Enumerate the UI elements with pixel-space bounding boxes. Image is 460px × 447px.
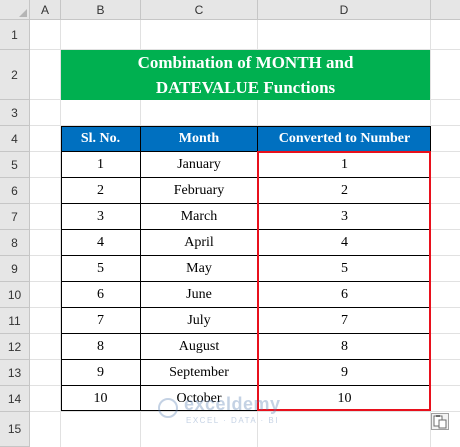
table-cell-month[interactable]: September bbox=[141, 360, 258, 386]
table-cell-number[interactable]: 4 bbox=[258, 230, 431, 256]
table-cell-sl[interactable]: 3 bbox=[61, 204, 141, 230]
row-header-2[interactable]: 2 bbox=[0, 50, 30, 100]
table-cell-sl[interactable]: 9 bbox=[61, 360, 141, 386]
table-cell-month[interactable]: April bbox=[141, 230, 258, 256]
header-converted-number[interactable]: Converted to Number bbox=[258, 126, 431, 152]
title-banner[interactable]: Combination of MONTH and DATEVALUE Funct… bbox=[61, 50, 430, 100]
header-sl-no[interactable]: Sl. No. bbox=[61, 126, 141, 152]
row-header-1[interactable]: 1 bbox=[0, 20, 30, 50]
table-cell-sl[interactable]: 7 bbox=[61, 308, 141, 334]
title-line-1: Combination of MONTH and bbox=[137, 53, 354, 72]
table-cell-sl[interactable]: 1 bbox=[61, 152, 141, 178]
column-header-b[interactable]: B bbox=[61, 0, 141, 20]
table-cell-sl[interactable]: 4 bbox=[61, 230, 141, 256]
table-cell-sl[interactable]: 6 bbox=[61, 282, 141, 308]
paste-options-icon[interactable] bbox=[431, 413, 449, 430]
row-header-6[interactable]: 6 bbox=[0, 178, 30, 204]
table-cell-month[interactable]: March bbox=[141, 204, 258, 230]
table-cell-number[interactable]: 5 bbox=[258, 256, 431, 282]
row-header-15[interactable]: 15 bbox=[0, 412, 30, 447]
title-line-2: DATEVALUE Functions bbox=[155, 78, 336, 97]
table-cell-sl[interactable]: 5 bbox=[61, 256, 141, 282]
table-cell-number[interactable]: 6 bbox=[258, 282, 431, 308]
row-header-10[interactable]: 10 bbox=[0, 282, 30, 308]
clipboard-icon bbox=[433, 415, 447, 429]
select-all-corner[interactable] bbox=[0, 0, 30, 20]
column-header-a[interactable]: A bbox=[30, 0, 61, 20]
table-cell-month[interactable]: February bbox=[141, 178, 258, 204]
table-cell-number[interactable]: 1 bbox=[258, 152, 431, 178]
row-header-8[interactable]: 8 bbox=[0, 230, 30, 256]
column-header-c[interactable]: C bbox=[141, 0, 258, 20]
table-cell-number[interactable]: 8 bbox=[258, 334, 431, 360]
row-header-7[interactable]: 7 bbox=[0, 204, 30, 230]
table-cell-sl[interactable]: 10 bbox=[61, 386, 141, 411]
row-header-13[interactable]: 13 bbox=[0, 360, 30, 386]
table-cell-number[interactable]: 10 bbox=[258, 386, 431, 411]
row-header-12[interactable]: 12 bbox=[0, 334, 30, 360]
row-header-11[interactable]: 11 bbox=[0, 308, 30, 334]
table-cell-month[interactable]: June bbox=[141, 282, 258, 308]
table-cell-sl[interactable]: 8 bbox=[61, 334, 141, 360]
row-header-4[interactable]: 4 bbox=[0, 126, 30, 152]
table-cell-month[interactable]: July bbox=[141, 308, 258, 334]
table-cell-month[interactable]: May bbox=[141, 256, 258, 282]
table-cell-number[interactable]: 7 bbox=[258, 308, 431, 334]
table-cell-number[interactable]: 3 bbox=[258, 204, 431, 230]
table-cell-month[interactable]: January bbox=[141, 152, 258, 178]
header-month[interactable]: Month bbox=[141, 126, 258, 152]
row-header-3[interactable]: 3 bbox=[0, 100, 30, 126]
column-header-e[interactable] bbox=[431, 0, 460, 20]
row-header-9[interactable]: 9 bbox=[0, 256, 30, 282]
table-cell-month[interactable]: October bbox=[141, 386, 258, 411]
column-header-d[interactable]: D bbox=[258, 0, 431, 20]
table-cell-number[interactable]: 2 bbox=[258, 178, 431, 204]
table-cell-sl[interactable]: 2 bbox=[61, 178, 141, 204]
row-header-5[interactable]: 5 bbox=[0, 152, 30, 178]
row-header-14[interactable]: 14 bbox=[0, 386, 30, 412]
select-all-triangle-icon bbox=[19, 9, 27, 17]
table-cell-month[interactable]: August bbox=[141, 334, 258, 360]
table-cell-number[interactable]: 9 bbox=[258, 360, 431, 386]
